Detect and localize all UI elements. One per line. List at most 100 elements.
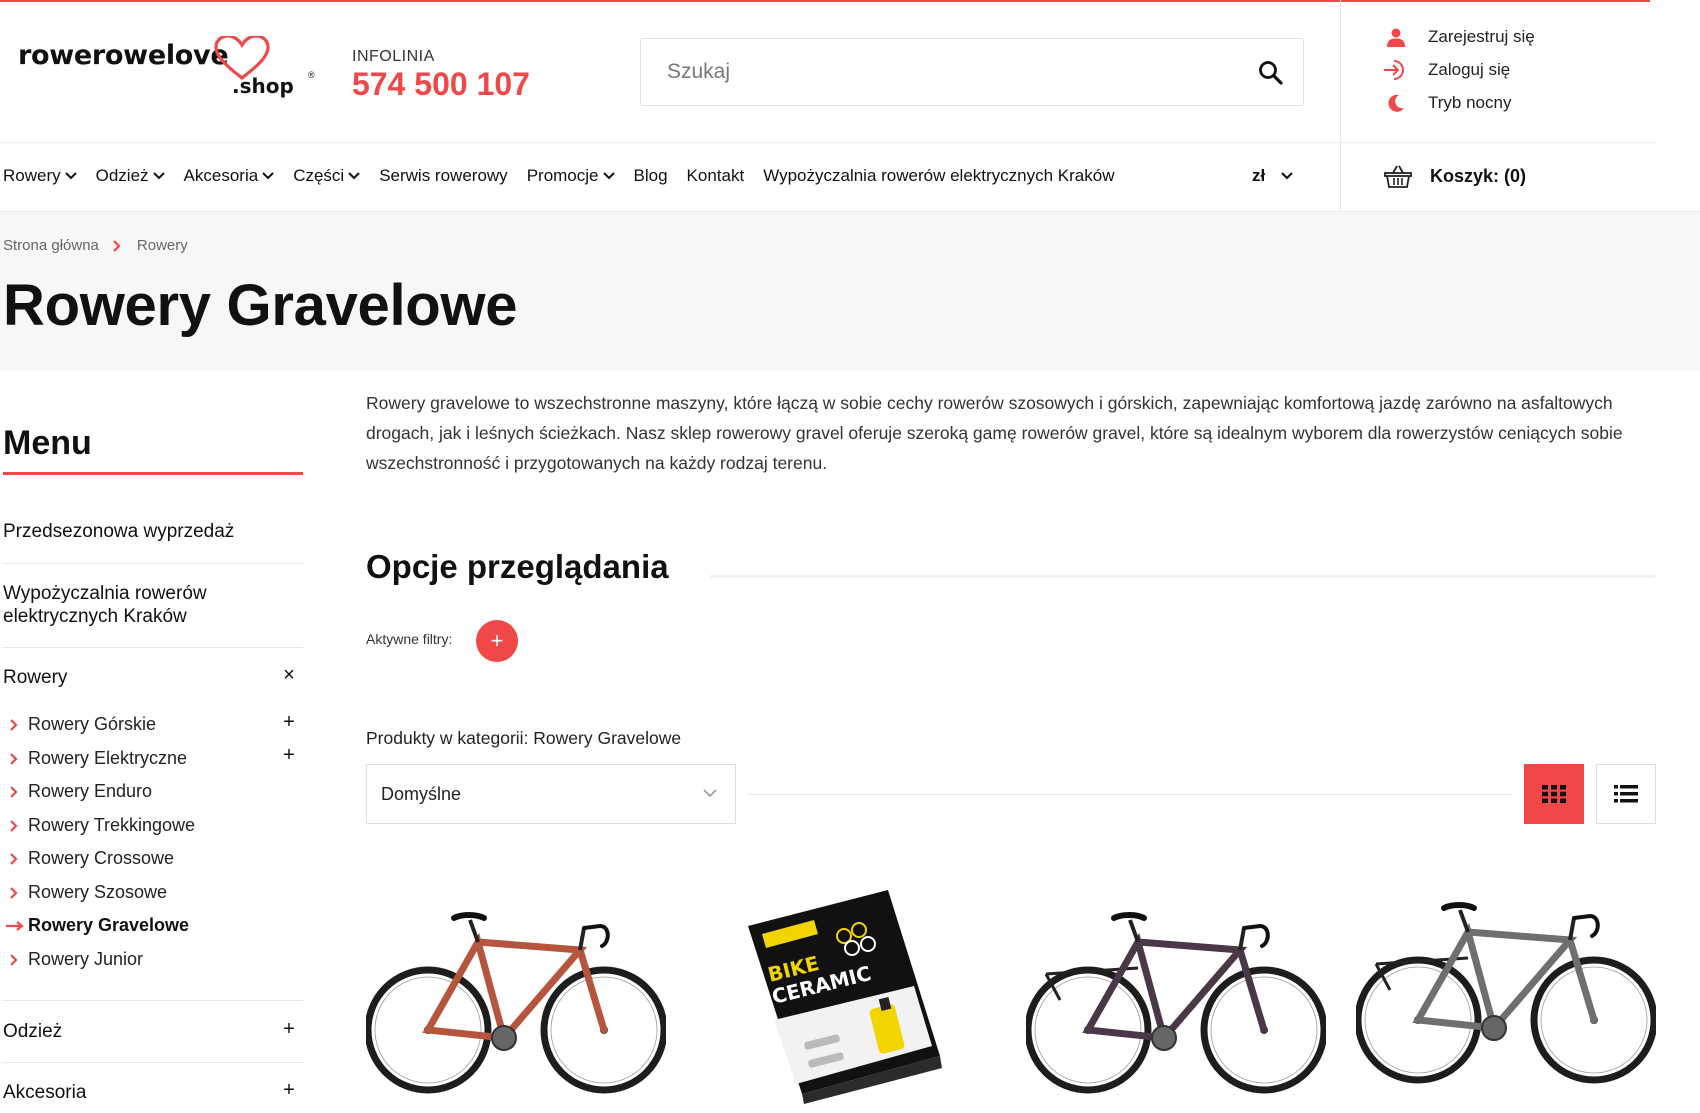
logo-suffix: .shop — [232, 74, 294, 98]
infolinia-label: INFOLINIA — [352, 48, 435, 65]
grid-view-button[interactable] — [1524, 764, 1584, 824]
sort-divider — [748, 794, 1513, 795]
grid-icon — [1542, 785, 1566, 803]
band-top-border — [0, 211, 1700, 212]
basket-icon — [1384, 165, 1412, 188]
sidebar-divider — [3, 1062, 303, 1063]
chevron-down-icon — [602, 172, 615, 180]
sidebar-item-wyprzedaz[interactable]: Przedsezonowa wyprzedaż — [3, 521, 303, 544]
moon-icon — [1384, 92, 1408, 114]
chevron-right-icon — [10, 819, 20, 832]
register-label: Zarejestruj się — [1428, 27, 1535, 46]
chevron-down-icon — [64, 172, 77, 180]
breadcrumb: Strona główna Rowery — [3, 237, 188, 254]
night-mode-toggle[interactable]: Tryb nocny — [1384, 92, 1511, 114]
nav-item-akcesoria[interactable]: Akcesoria — [184, 166, 275, 186]
night-mode-label: Tryb nocny — [1428, 93, 1512, 112]
product-card[interactable] — [1354, 890, 1658, 1105]
sort-selected-value: Domyślne — [381, 783, 462, 804]
login-label: Zaloguj się — [1428, 60, 1511, 79]
nav-item-serwis[interactable]: Serwis rowerowy — [379, 166, 507, 186]
product-card[interactable]: BIKE CERAMIC — [744, 890, 944, 1110]
nav-item-promocje[interactable]: Promocje — [527, 166, 615, 186]
logo-text: rowerowelove — [18, 40, 229, 71]
arrow-right-icon — [6, 920, 24, 931]
chevron-right-icon — [10, 785, 20, 798]
breadcrumb-rowery[interactable]: Rowery — [137, 237, 188, 254]
products-count-label: Produkty w kategorii: Rowery Gravelowe — [366, 728, 682, 748]
sidebar-divider — [3, 1000, 303, 1001]
main-nav: Rowery Odzież Akcesoria Części Serwis ro… — [3, 166, 1134, 186]
sidebar-subitem-gorskie[interactable]: Rowery Górskie — [10, 714, 156, 735]
product-image-bike — [364, 912, 668, 1094]
chevron-down-icon — [1281, 172, 1294, 180]
chevron-down-icon — [152, 172, 165, 180]
collapse-icon[interactable]: × — [282, 664, 296, 687]
sidebar-subitem-gravelowe[interactable]: Rowery Gravelowe — [6, 915, 189, 936]
sidebar-subitem-szosowe[interactable]: Rowery Szosowe — [10, 882, 167, 903]
page-title: Rowery Gravelowe — [3, 273, 518, 338]
cart-button[interactable]: Koszyk: (0) — [1384, 164, 1526, 188]
user-icon — [1384, 26, 1408, 48]
sidebar-subitem-crossowe[interactable]: Rowery Crossowe — [10, 848, 174, 869]
sidebar-title: Menu — [3, 424, 92, 462]
expand-icon[interactable]: + — [282, 711, 296, 734]
chevron-right-icon — [10, 718, 20, 731]
expand-icon[interactable]: + — [282, 1018, 296, 1041]
search-icon[interactable] — [1257, 59, 1285, 87]
sidebar-title-underline — [3, 472, 303, 475]
chevron-down-icon — [262, 172, 274, 180]
cart-label: Koszyk: (0) — [1430, 165, 1527, 186]
search-input[interactable] — [667, 39, 1227, 105]
register-link[interactable]: Zarejestruj się — [1384, 26, 1535, 48]
logo-registered-mark: ® — [308, 70, 315, 80]
nav-item-wypozyczalnia[interactable]: Wypożyczalnia rowerów elektrycznych Krak… — [763, 166, 1114, 186]
sidebar-subitem-junior[interactable]: Rowery Junior — [10, 949, 143, 970]
currency-selector[interactable]: zł — [1252, 166, 1294, 186]
chevron-right-icon — [113, 239, 121, 252]
site-logo[interactable]: rowerowelove .shop ® — [18, 36, 315, 98]
product-image-bike — [1024, 912, 1328, 1094]
add-filter-button[interactable]: + — [476, 620, 518, 662]
chevron-right-icon — [10, 886, 20, 899]
sidebar-item-odziez[interactable]: Odzież — [3, 1021, 303, 1044]
sidebar-item-wypozyczalnia[interactable]: Wypożyczalnia rowerów elektrycznych Krak… — [3, 583, 263, 629]
breadcrumb-home[interactable]: Strona główna — [3, 237, 99, 254]
product-image-bike — [1354, 902, 1658, 1084]
chevron-right-icon — [10, 953, 20, 966]
login-icon — [1384, 59, 1408, 81]
nav-item-kontakt[interactable]: Kontakt — [687, 166, 745, 186]
sort-select[interactable]: Domyślne — [366, 764, 736, 824]
sidebar-item-rowery[interactable]: Rowery — [3, 667, 303, 690]
header-separator — [0, 142, 1655, 143]
sidebar-divider — [3, 647, 303, 648]
login-link[interactable]: Zaloguj się — [1384, 59, 1510, 81]
product-card[interactable] — [1024, 890, 1328, 1105]
chevron-down-icon — [703, 789, 717, 798]
infolinia-phone[interactable]: 574 500 107 — [352, 66, 530, 103]
list-icon — [1614, 785, 1638, 803]
nav-item-czesci[interactable]: Części — [293, 166, 360, 186]
sidebar-subitem-elektryczne[interactable]: Rowery Elektryczne — [10, 748, 187, 769]
chevron-right-icon — [10, 852, 20, 865]
product-image-ceramic-kit: BIKE CERAMIC — [748, 890, 942, 1104]
expand-icon[interactable]: + — [282, 1079, 296, 1102]
chevron-right-icon — [10, 752, 20, 765]
nav-item-blog[interactable]: Blog — [634, 166, 668, 186]
category-description: Rowery gravelowe to wszechstronne maszyn… — [366, 393, 1623, 473]
search-box — [640, 38, 1304, 106]
list-view-button[interactable] — [1596, 764, 1656, 824]
product-card[interactable] — [364, 890, 668, 1105]
top-accent-line — [0, 0, 1650, 2]
sidebar-item-akcesoria[interactable]: Akcesoria — [3, 1082, 303, 1105]
expand-icon[interactable]: + — [282, 744, 296, 767]
sidebar-subitem-trekkingowe[interactable]: Rowery Trekkingowe — [10, 815, 195, 836]
section-title-line — [710, 575, 1655, 578]
nav-item-rowery[interactable]: Rowery — [3, 166, 77, 186]
nav-item-odziez[interactable]: Odzież — [96, 166, 165, 186]
sidebar-subitem-enduro[interactable]: Rowery Enduro — [10, 781, 152, 802]
chevron-down-icon — [348, 172, 360, 180]
sidebar-divider — [3, 563, 303, 564]
active-filters-label: Aktywne filtry: — [366, 631, 453, 647]
browse-options-title: Opcje przeglądania — [366, 548, 669, 585]
